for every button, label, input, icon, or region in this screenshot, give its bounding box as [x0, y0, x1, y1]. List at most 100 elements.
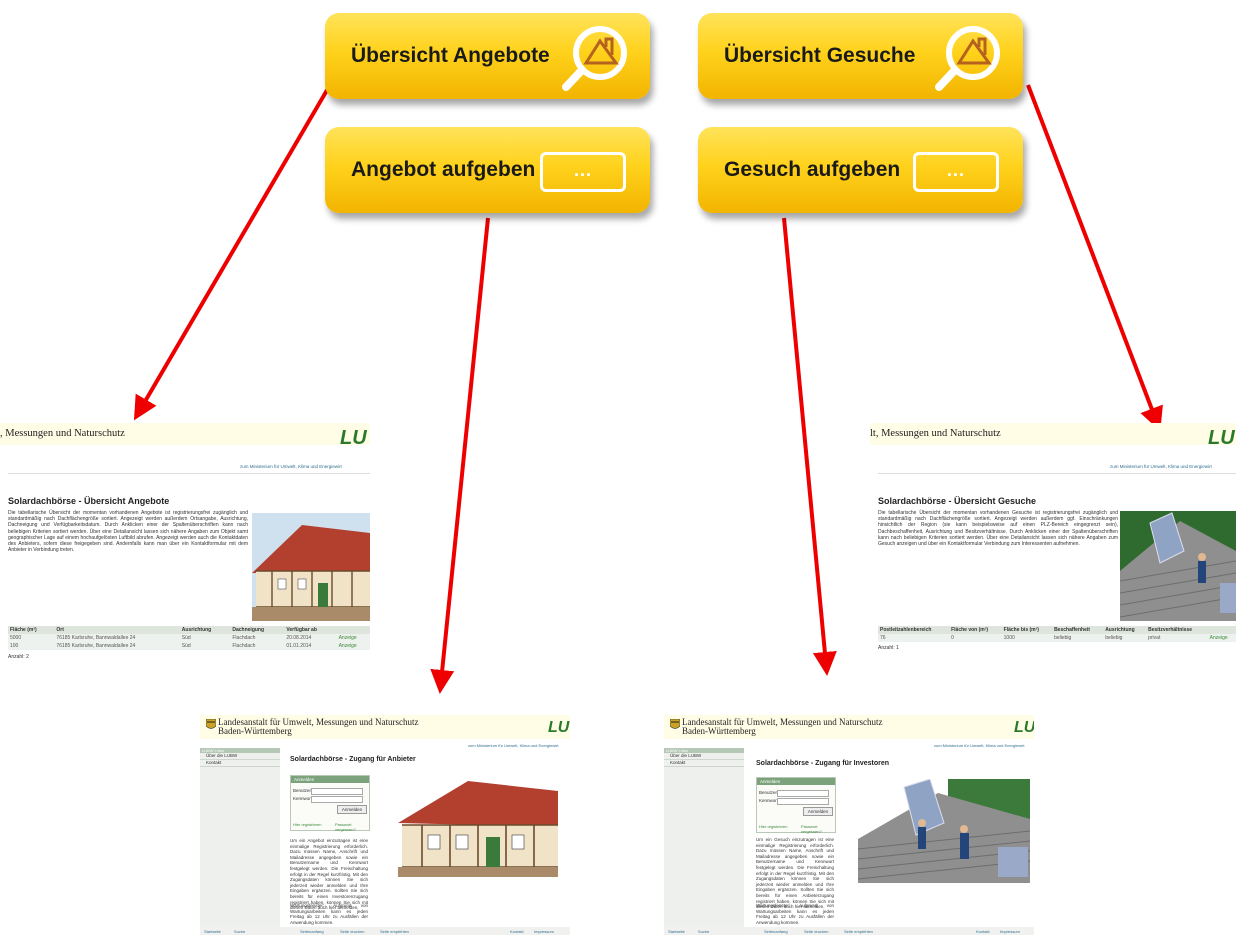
- page-footer: Startseite Suche Seitenanfang Seite druc…: [664, 927, 1034, 935]
- header-title: lt, Messungen und Naturschutz: [870, 428, 1001, 439]
- cell: 20.08.2014: [284, 634, 337, 642]
- col-header[interactable]: Ort: [54, 626, 180, 634]
- cell: Süd: [179, 634, 231, 642]
- footer-link-print[interactable]: Seite drucken: [804, 929, 828, 934]
- col-header[interactable]: Verfügbar ab: [284, 626, 337, 634]
- offers-table: Fläche (m²) Ort Ausrichtung Dachneigung …: [8, 626, 370, 650]
- house-photo: [252, 513, 370, 621]
- cell: Flachdach: [230, 634, 285, 642]
- overview-requests-button[interactable]: Übersicht Gesuche: [698, 13, 1023, 99]
- cell: 76185 Karlsruhe, Bannwaldallee 24: [54, 634, 180, 642]
- col-header[interactable]: Fläche (m²): [8, 626, 55, 634]
- footer-link-recommend[interactable]: Seite empfehlen: [380, 929, 409, 934]
- ministry-link[interactable]: zum Ministerium für Umwelt, Klima und En…: [934, 743, 1024, 748]
- post-request-label: Gesuch aufgeben: [724, 158, 901, 181]
- page-title: Solardachbörse - Zugang für Investoren: [756, 760, 890, 767]
- investor-login-screenshot: Landesanstalt für Umwelt, Messungen und …: [664, 715, 1034, 936]
- requests-table: Postleitzahlenbereich Fläche von (m²) Fl…: [878, 626, 1236, 642]
- footer-link-imprint[interactable]: Impressum: [534, 929, 554, 934]
- footer-link-print[interactable]: Seite drucken: [340, 929, 364, 934]
- footer-link-imprint[interactable]: Impressum: [1000, 929, 1020, 934]
- divider: [8, 473, 370, 474]
- col-header: [336, 626, 370, 634]
- sidebar: LUBW Links Über die LUBW Kontakt: [200, 748, 280, 928]
- registration-info: Um ein Gesuch einzutragen ist eine einma…: [756, 837, 834, 910]
- col-header[interactable]: Ausrichtung: [1103, 626, 1147, 634]
- register-link[interactable]: Hier registrieren: [759, 824, 787, 829]
- footer-link-recommend[interactable]: Seite empfehlen: [844, 929, 873, 934]
- coat-of-arms-icon: [206, 719, 216, 729]
- col-header[interactable]: Dachneigung: [230, 626, 285, 634]
- cell: 0: [949, 634, 1002, 642]
- user-label: Benutzer:: [759, 790, 779, 795]
- footer-link-contact[interactable]: Kontakt: [510, 929, 524, 934]
- register-link[interactable]: Hier registrieren: [293, 822, 321, 827]
- house-photo: [388, 773, 566, 883]
- footer-link-home[interactable]: Startseite: [668, 929, 685, 934]
- footer-link-contact[interactable]: Kontakt: [976, 929, 990, 934]
- sidebar-item-about[interactable]: Über die LUBW: [200, 753, 280, 760]
- footer-link-search[interactable]: Suche: [698, 929, 709, 934]
- col-header[interactable]: Postleitzahlenbereich: [878, 626, 950, 634]
- requests-overview-screenshot: lt, Messungen und Naturschutz LU zum Min…: [870, 423, 1236, 655]
- cell: 76: [878, 634, 950, 642]
- footer-link-top[interactable]: Seitenanfang: [764, 929, 788, 934]
- col-header[interactable]: Fläche bis (m²): [1001, 626, 1053, 634]
- page-title: Solardachbörse - Übersicht Angebote: [8, 496, 170, 506]
- table-row: 76 0 1000 beliebig beliebig privat Anzei…: [878, 634, 1236, 642]
- col-header[interactable]: Fläche von (m²): [949, 626, 1002, 634]
- col-header[interactable]: Ausrichtung: [179, 626, 231, 634]
- table-row: 5000 76185 Karlsruhe, Bannwaldallee 24 S…: [8, 634, 370, 642]
- forgot-password-link[interactable]: Passwort vergessen?: [801, 824, 835, 834]
- login-button[interactable]: Anmelden: [337, 805, 367, 814]
- cell: Süd: [179, 642, 231, 650]
- divider: [878, 473, 1236, 474]
- col-header[interactable]: Beschaffenheit: [1052, 626, 1104, 634]
- cell: 01.01.2014: [284, 642, 337, 650]
- col-header[interactable]: Besitzverhältnisse: [1146, 626, 1208, 634]
- header-subtitle: Baden-Württemberg: [682, 726, 756, 736]
- table-row: 100 76185 Karlsruhe, Bannwaldallee 24 Sü…: [8, 642, 370, 650]
- username-field[interactable]: [311, 788, 363, 795]
- maintenance-notice: Wartungsfenster: Aufgrund von Wartungsar…: [290, 903, 368, 925]
- overview-offers-label: Übersicht Angebote: [351, 44, 550, 67]
- roof-solar-photo: [1120, 511, 1236, 621]
- arrow-offer-post: [430, 217, 490, 694]
- header-title: , Messungen und Naturschutz: [0, 428, 125, 439]
- form-dots-icon: ...: [540, 152, 626, 192]
- forgot-password-link[interactable]: Passwort vergessen?: [335, 822, 369, 832]
- footer-link-home[interactable]: Startseite: [204, 929, 221, 934]
- ministry-link[interactable]: zum Ministerium für Umwelt, Klima und En…: [468, 743, 558, 748]
- username-field[interactable]: [777, 790, 829, 797]
- login-box-title: Anmelden: [757, 778, 835, 785]
- arrow-request-post: [782, 217, 837, 676]
- ministry-link[interactable]: zum Ministerium für Umwelt, Klima und En…: [240, 464, 342, 469]
- sidebar-item-about[interactable]: Über die LUBW: [664, 753, 744, 760]
- page-footer: Startseite Suche Seitenanfang Seite druc…: [200, 927, 570, 935]
- overview-offers-button[interactable]: Übersicht Angebote: [325, 13, 650, 99]
- lubw-logo: LU: [548, 719, 570, 736]
- password-field[interactable]: [777, 798, 829, 805]
- sidebar-item-contact[interactable]: Kontakt: [200, 760, 280, 767]
- col-header: [1207, 626, 1236, 634]
- login-button[interactable]: Anmelden: [803, 807, 833, 816]
- details-link[interactable]: Anzeige: [336, 634, 370, 642]
- login-box-title: Anmelden: [291, 776, 369, 783]
- details-link[interactable]: Anzeige: [1207, 634, 1236, 642]
- page-title: Solardachbörse - Zugang für Anbieter: [290, 756, 416, 763]
- sidebar-item-contact[interactable]: Kontakt: [664, 760, 744, 767]
- page-title: Solardachbörse - Übersicht Gesuche: [878, 496, 1037, 506]
- ministry-link[interactable]: zum Ministerium für Umwelt, Klima und En…: [1110, 464, 1212, 469]
- roof-solar-photo: [858, 779, 1030, 889]
- details-link[interactable]: Anzeige: [336, 642, 370, 650]
- post-request-button[interactable]: Gesuch aufgeben ...: [698, 127, 1023, 213]
- footer-link-search[interactable]: Suche: [234, 929, 245, 934]
- footer-link-top[interactable]: Seitenanfang: [300, 929, 324, 934]
- header-subtitle: Baden-Württemberg: [218, 726, 292, 736]
- cell: 1000: [1001, 634, 1053, 642]
- intro-text: Die tabellarische Übersicht der momentan…: [8, 510, 248, 554]
- provider-login-screenshot: Landesanstalt für Umwelt, Messungen und …: [200, 715, 570, 936]
- form-dots-icon: ...: [913, 152, 999, 192]
- password-field[interactable]: [311, 796, 363, 803]
- post-offer-button[interactable]: Angebot aufgeben ...: [325, 127, 650, 213]
